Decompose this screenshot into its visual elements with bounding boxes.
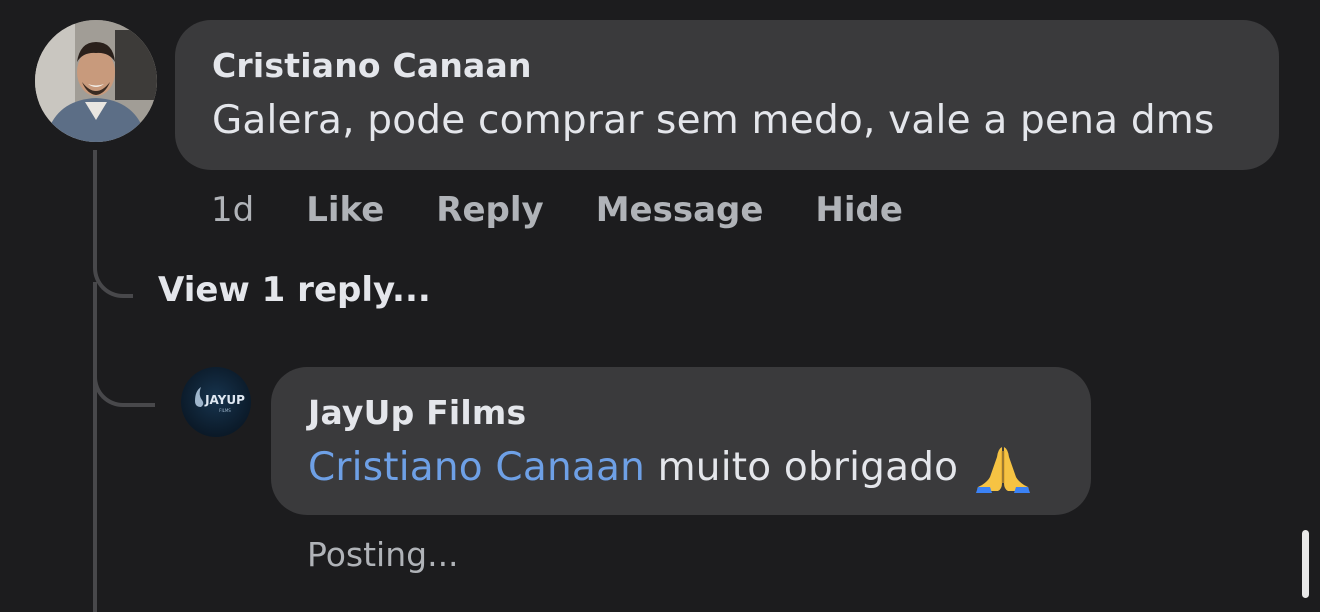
thread-connector-line [93,282,97,612]
reply-button[interactable]: Reply [436,190,543,230]
reply-message: muito obrigado [645,445,959,490]
reply-author-name[interactable]: JayUp Films [308,393,1091,433]
message-button[interactable]: Message [596,190,764,230]
thread-connector-line [93,150,133,298]
comment-actions: 1d Like Reply Message Hide [211,188,955,232]
comment-text: Galera, pode comprar sem medo, vale a pe… [212,98,1215,143]
folded-hands-icon [972,443,1034,493]
jayup-logo-icon: JAYUP FILMS [195,387,245,413]
mention-link[interactable]: Cristiano Canaan [308,445,645,490]
scrollbar-thumb[interactable] [1302,530,1309,598]
logo-subtext: FILMS [219,408,231,413]
reply-text: Cristiano Canaan muito obrigado [308,443,1091,493]
reply-author-avatar[interactable]: JAYUP FILMS [181,367,251,437]
view-replies-link[interactable]: View 1 reply... [158,270,431,310]
comment-author-name[interactable]: Cristiano Canaan [212,46,1279,86]
comment-bubble[interactable]: Cristiano Canaan Galera, pode comprar se… [175,20,1279,170]
hide-button[interactable]: Hide [815,190,903,230]
commenter-avatar[interactable] [35,20,157,142]
thread-connector-line [93,345,155,407]
like-button[interactable]: Like [306,190,384,230]
comment-timestamp[interactable]: 1d [211,190,254,230]
reply-bubble[interactable]: JayUp Films Cristiano Canaan muito obrig… [271,367,1091,515]
user-photo-avatar-icon [35,20,157,142]
posting-status: Posting... [307,535,459,574]
logo-text: JAYUP [204,393,245,407]
